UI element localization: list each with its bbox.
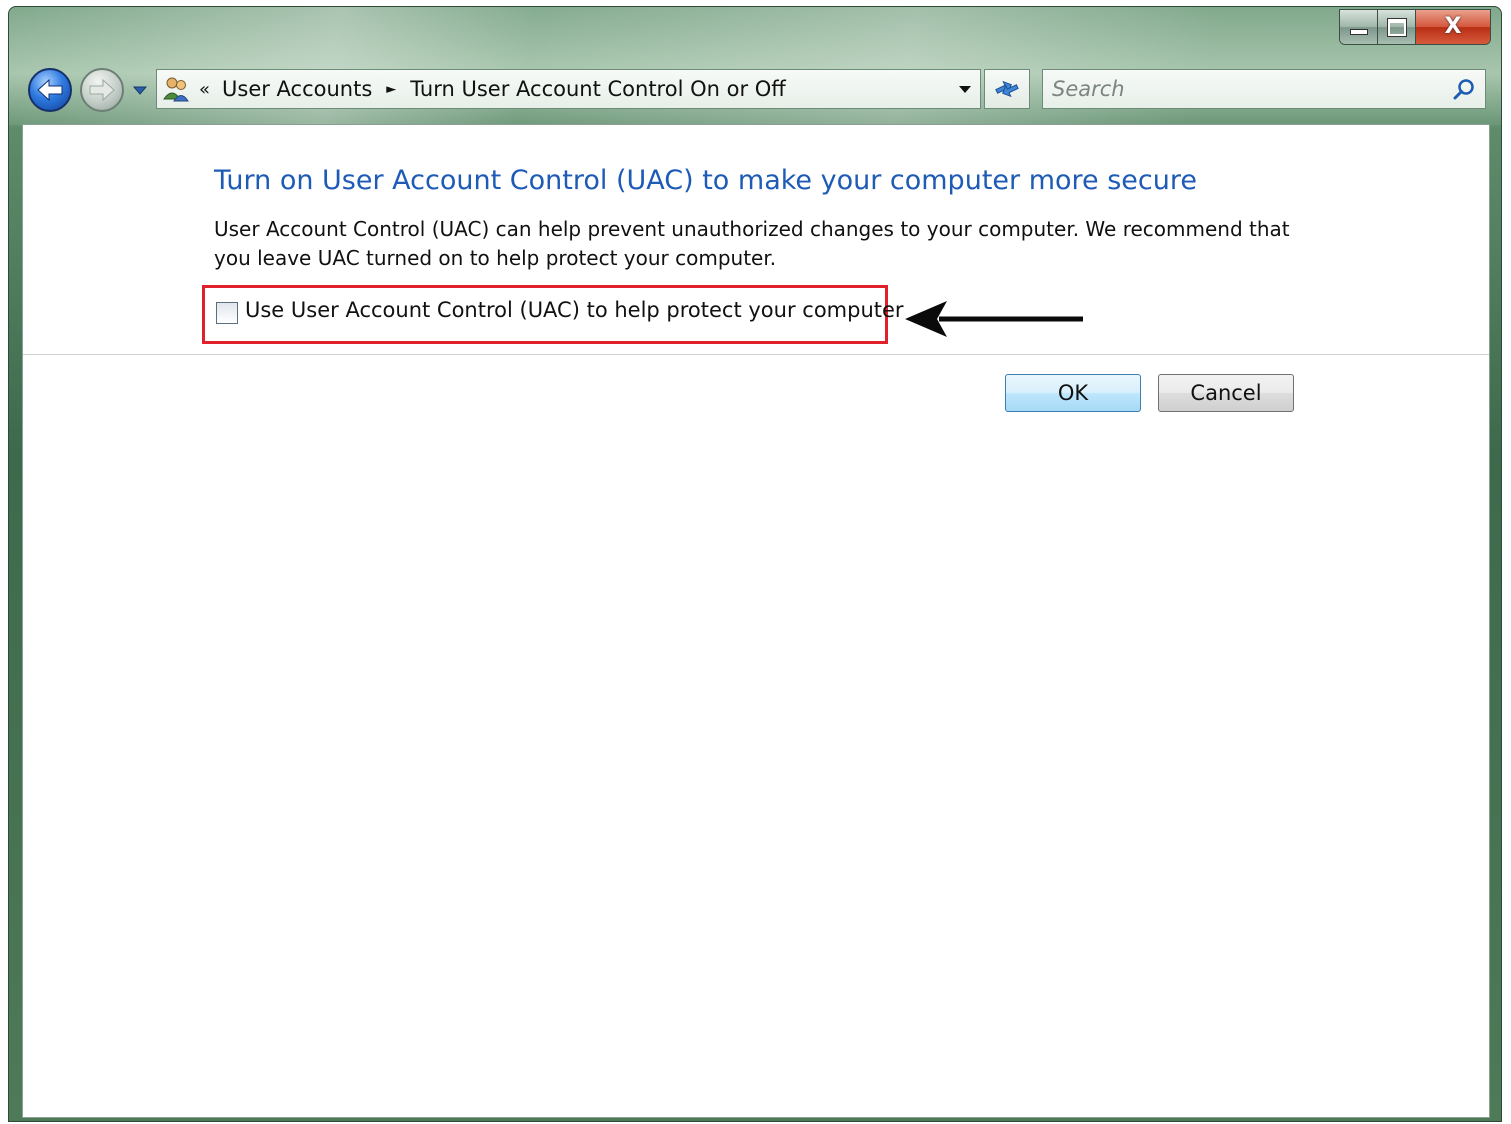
search-icon[interactable] [1451,77,1477,103]
breadcrumb-separator-icon[interactable]: ► [386,82,396,97]
maximize-icon [1386,17,1407,37]
address-overflow-button[interactable]: « [199,79,210,100]
forward-arrow-icon [89,78,115,102]
divider [23,354,1489,355]
back-arrow-icon [37,78,63,102]
content-pane: Turn on User Account Control (UAC) to ma… [22,124,1490,1118]
address-dropdown-button[interactable] [958,82,972,96]
page-description: User Account Control (UAC) can help prev… [214,217,1290,270]
page-title: Turn on User Account Control (UAC) to ma… [214,165,1197,196]
annotation-arrow-icon [905,301,1083,337]
cancel-button[interactable]: Cancel [1158,374,1294,412]
back-button[interactable] [28,68,72,112]
search-box [1042,69,1486,109]
maximize-button[interactable] [1378,10,1416,44]
breadcrumb-turn-uac-on-off[interactable]: Turn User Account Control On or Off [410,77,785,101]
dropdown-arrow-icon [959,86,971,93]
close-icon: X [1444,14,1462,39]
refresh-icon [995,80,1019,98]
uac-option-highlight: Use User Account Control (UAC) to help p… [202,285,904,344]
forward-button[interactable] [80,68,124,112]
caption-buttons: X [1339,9,1491,45]
minimize-button[interactable] [1340,10,1378,44]
refresh-button[interactable] [984,69,1030,109]
uac-checkbox-label[interactable]: Use User Account Control (UAC) to help p… [245,298,904,322]
address-bar[interactable]: « User Accounts ► Turn User Account Cont… [156,69,981,109]
search-input[interactable] [1052,77,1432,101]
uac-checkbox[interactable] [216,302,238,324]
minimize-icon [1349,29,1368,35]
chevron-down-icon [132,86,148,95]
recent-pages-button[interactable] [130,80,150,100]
ok-button[interactable]: OK [1005,374,1141,412]
breadcrumb-user-accounts[interactable]: User Accounts [222,77,372,101]
close-button[interactable]: X [1416,10,1490,44]
user-accounts-icon [161,74,191,104]
